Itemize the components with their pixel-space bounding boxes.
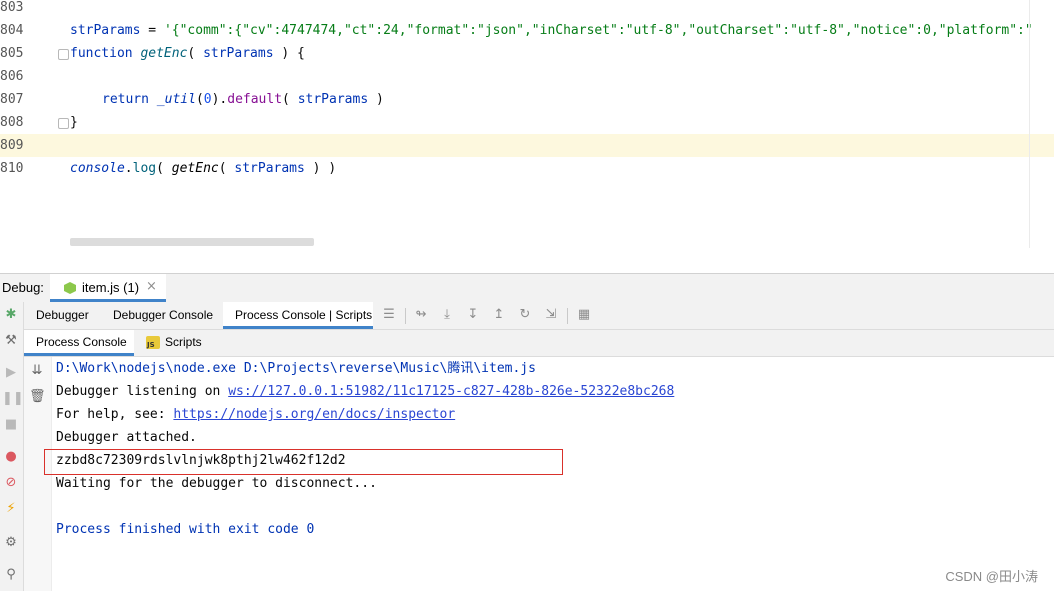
trash-icon[interactable]: 🗑 [29, 389, 46, 405]
step-over-icon[interactable]: ⤓ [439, 307, 455, 323]
lightning-icon[interactable]: ⚡ [2, 500, 20, 518]
js-file-icon: JS [146, 336, 160, 349]
code-text: function getEnc( strParams ) { [70, 46, 305, 61]
mute-breakpoints-icon[interactable]: ⊘ [2, 474, 20, 492]
console-line-help: For help, see: https://nodejs.org/en/doc… [56, 407, 456, 422]
line-number: 806 [0, 69, 24, 84]
code-line-807[interactable]: 807 return _util(0).default( strParams ) [0, 88, 1054, 111]
code-line-810[interactable]: 810 console.log( getEnc( strParams ) ) [0, 157, 1054, 180]
ws-link[interactable]: ws://127.0.0.1:51982/11c17125-c827-428b-… [228, 384, 674, 399]
console-line-command: D:\Work\nodejs\node.exe D:\Projects\reve… [56, 361, 536, 376]
run-to-cursor-icon[interactable]: ⇲ [543, 307, 559, 323]
toolbar-separator [567, 308, 568, 324]
tab-process-console-scripts[interactable]: Process Console | Scripts [223, 302, 373, 329]
show-execution-point-icon[interactable]: ↬ [413, 307, 429, 323]
right-margin-guide [1029, 0, 1030, 248]
debug-label: Debug: [2, 280, 44, 295]
code-line-803[interactable]: 803 [0, 0, 1054, 19]
line-number: 810 [0, 161, 24, 176]
run-tab-item-js[interactable]: item.js (1) × [50, 274, 166, 302]
view-breakpoints-icon[interactable]: ● [2, 448, 20, 466]
pin-icon[interactable]: ⚲ [2, 566, 20, 584]
nodejs-icon [64, 282, 76, 294]
scroll-to-end-icon[interactable]: ⇊ [29, 363, 45, 379]
inspector-docs-link[interactable]: https://nodejs.org/en/docs/inspector [173, 407, 455, 422]
toolbar-separator [405, 308, 406, 324]
code-line-806[interactable]: 806 [0, 65, 1054, 88]
pause-icon[interactable]: ❚❚ [2, 390, 24, 408]
run-tab-label: item.js (1) [82, 280, 140, 295]
line-number: 805 [0, 46, 24, 61]
debug-tool-window-header: Debug: item.js (1) × [0, 273, 1054, 303]
close-icon[interactable]: × [146, 279, 157, 294]
tab-debugger-console[interactable]: Debugger Console [101, 302, 223, 329]
tab-debugger[interactable]: Debugger [24, 302, 102, 329]
bug-icon[interactable]: ✱ [2, 306, 20, 324]
wrench-icon[interactable]: ⚒ [2, 332, 20, 350]
tab-scripts[interactable]: Scripts [165, 330, 235, 356]
line-number: 808 [0, 115, 24, 130]
tab-process-console[interactable]: Process Console [24, 330, 134, 356]
code-text: strParams = '{"comm":{"cv":4747474,"ct":… [70, 23, 1033, 38]
debug-subtabs: Debugger Debugger Console Process Consol… [24, 302, 1054, 330]
stop-icon[interactable]: ■ [2, 416, 20, 434]
console-line-waiting: Waiting for the debugger to disconnect..… [56, 476, 377, 491]
watermark: CSDN @田小涛 [945, 569, 1038, 584]
line-number: 807 [0, 92, 24, 107]
restart-frame-icon[interactable]: ↻ [517, 307, 533, 323]
code-line-809[interactable]: 809 [0, 134, 1054, 157]
code-text: console.log( getEnc( strParams ) ) [70, 161, 337, 176]
code-text: } [70, 115, 78, 130]
evaluate-expression-icon[interactable]: ▦ [576, 307, 592, 323]
horizontal-scrollbar[interactable] [70, 238, 314, 246]
line-number: 804 [0, 23, 24, 38]
console-line-listening: Debugger listening on ws://127.0.0.1:519… [56, 384, 675, 399]
resume-icon[interactable]: ▶ [2, 364, 20, 382]
line-number: 803 [0, 0, 24, 15]
line-number: 809 [0, 138, 24, 153]
code-line-804[interactable]: 804 strParams = '{"comm":{"cv":4747474,"… [0, 19, 1054, 42]
menu-icon[interactable]: ☰ [381, 307, 397, 323]
settings-gear-icon[interactable]: ⚙ [2, 534, 20, 552]
console-line-attached: Debugger attached. [56, 430, 197, 445]
code-line-808[interactable]: 808 } [0, 111, 1054, 134]
debug-sidebar: ✱ ⚒ ▶ ❚❚ ■ ● ⊘ ⚡ ⚙ ⚲ [0, 302, 24, 591]
console-line-finished: Process finished with exit code 0 [56, 522, 315, 537]
fold-toggle-icon[interactable] [58, 49, 69, 60]
result-highlight-box [44, 449, 563, 475]
code-editor[interactable]: 803 804 strParams = '{"comm":{"cv":47474… [0, 0, 1054, 248]
step-into-icon[interactable]: ↧ [465, 307, 481, 323]
console-subtabs: Process Console JS Scripts [24, 330, 1054, 357]
step-out-icon[interactable]: ↥ [491, 307, 507, 323]
fold-toggle-icon[interactable] [58, 118, 69, 129]
code-text: return _util(0).default( strParams ) [102, 92, 384, 107]
code-line-805[interactable]: 805 function getEnc( strParams ) { [0, 42, 1054, 65]
